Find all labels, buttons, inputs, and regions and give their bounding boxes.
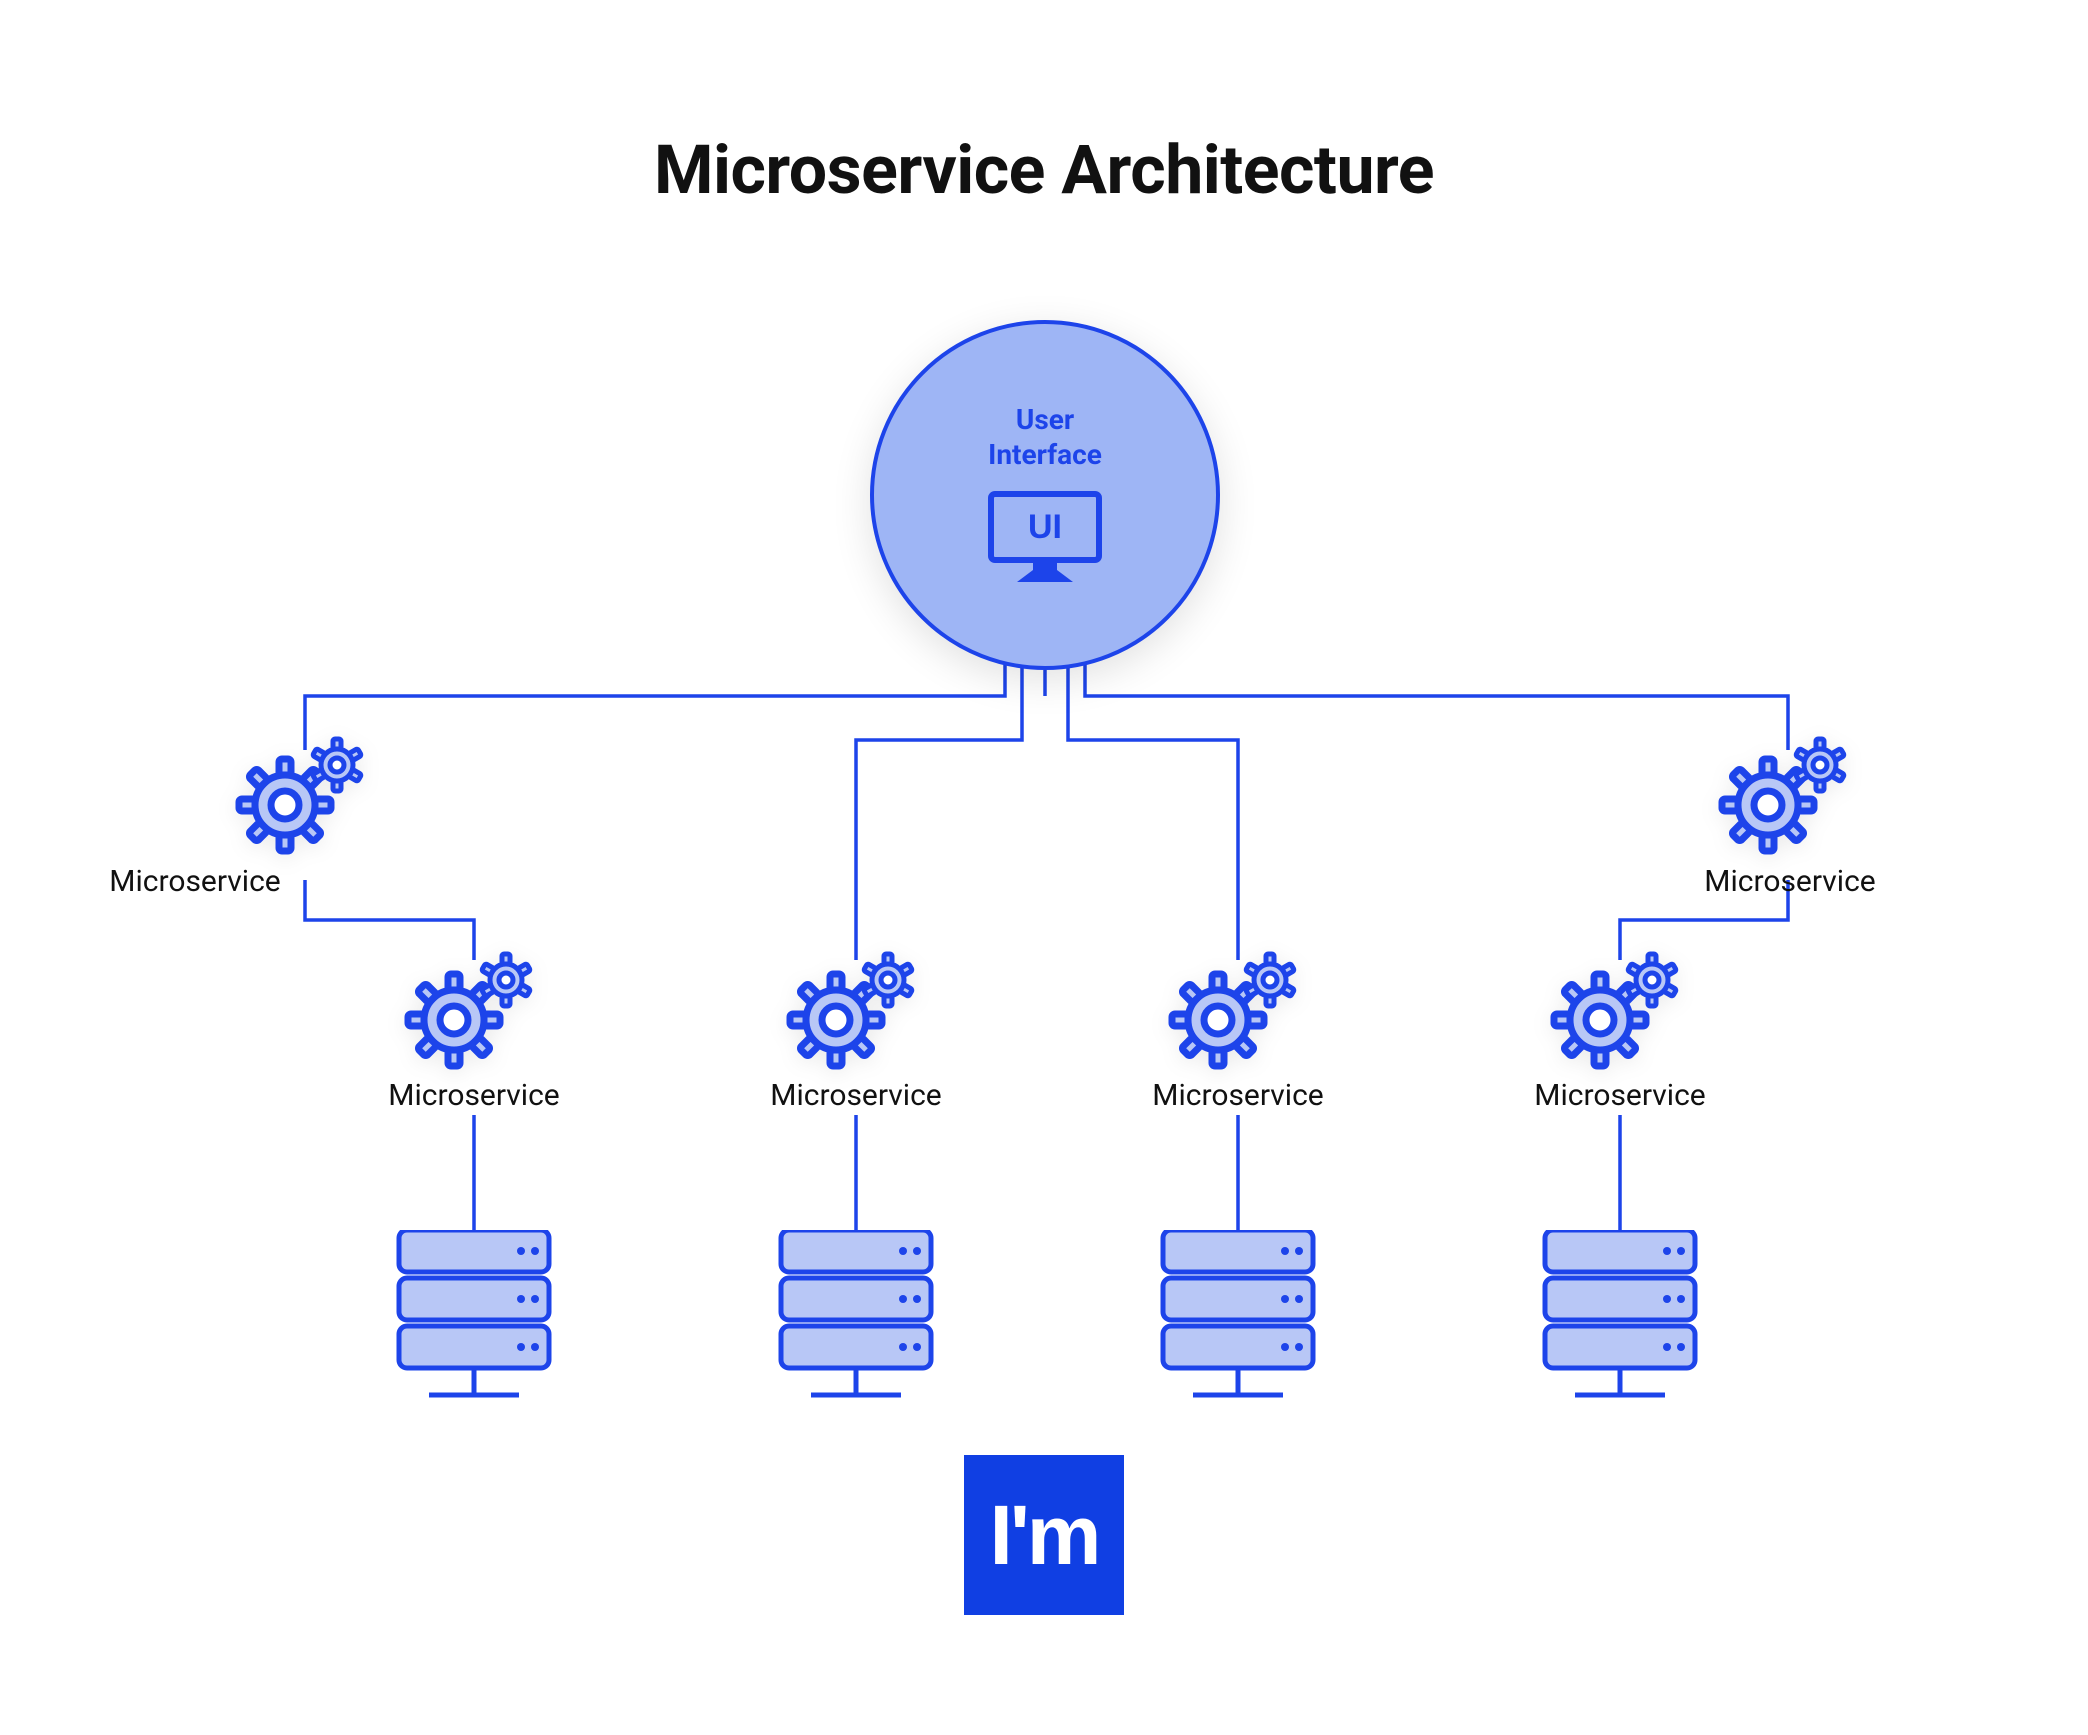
diagram-title: Microservice Architecture <box>0 130 2088 210</box>
gear-icon <box>786 950 926 1070</box>
server-stack-1 <box>389 1230 559 1450</box>
ui-label-line1: User <box>988 402 1102 437</box>
server-stack-3 <box>1153 1230 1323 1450</box>
gear-icon <box>1550 950 1690 1070</box>
microservice-bottom-1-gears <box>404 950 544 1070</box>
gear-icon <box>1168 950 1308 1070</box>
microservice-top-left-gears <box>235 735 375 855</box>
microservice-bottom-4-label: Microservice <box>1510 1078 1730 1113</box>
microservice-top-left-label: Microservice <box>85 864 305 899</box>
ui-node-label: User Interface <box>988 402 1102 472</box>
gear-icon <box>235 735 375 855</box>
microservice-bottom-1-label: Microservice <box>364 1078 584 1113</box>
microservice-top-right-label: Microservice <box>1680 864 1900 899</box>
microservice-bottom-3-label: Microservice <box>1128 1078 1348 1113</box>
gear-icon <box>404 950 544 1070</box>
server-icon <box>771 1230 941 1430</box>
microservice-bottom-3-gears <box>1168 950 1308 1070</box>
server-stack-2 <box>771 1230 941 1450</box>
gear-icon <box>1718 735 1858 855</box>
server-icon <box>389 1230 559 1430</box>
microservice-bottom-2-label: Microservice <box>746 1078 966 1113</box>
server-icon <box>1535 1230 1705 1430</box>
ui-node: User Interface UI <box>870 320 1220 670</box>
microservice-bottom-2-gears <box>786 950 926 1070</box>
monitor-icon: UI <box>985 488 1105 588</box>
ui-label-line2: Interface <box>988 437 1102 472</box>
microservice-bottom-4-gears <box>1550 950 1690 1070</box>
brand-logo: I'm <box>964 1455 1124 1615</box>
server-icon <box>1153 1230 1323 1430</box>
microservice-top-right-gears <box>1718 735 1858 855</box>
server-stack-4 <box>1535 1230 1705 1450</box>
ui-icon-text: UI <box>1028 508 1062 546</box>
